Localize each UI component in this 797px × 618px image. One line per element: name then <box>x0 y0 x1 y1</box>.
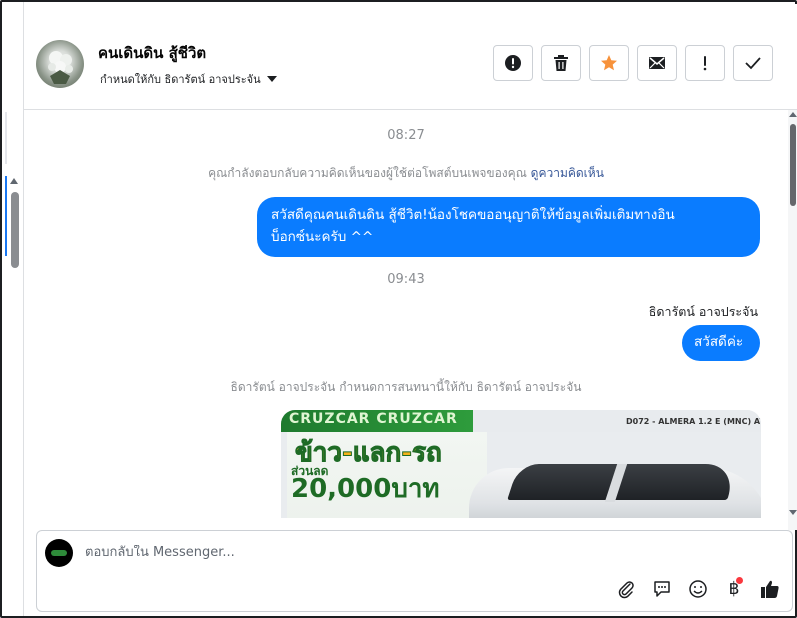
emoji-button[interactable] <box>686 577 710 601</box>
reply-composer: ฿ <box>36 530 793 612</box>
exclamation-circle-icon <box>505 55 521 71</box>
like-button[interactable] <box>758 577 782 601</box>
contact-avatar[interactable] <box>36 40 84 88</box>
assignee-dropdown[interactable]: กำหนดให้กับ ธิดารัตน์ อาจประจัน <box>100 70 277 88</box>
caret-down-icon <box>266 76 277 82</box>
message-text-line: บ็อกซ์นะครับ ^^ <box>271 229 374 245</box>
thumbs-up-icon <box>761 580 779 598</box>
active-indicator <box>5 176 7 256</box>
messenger-window: คนเดินดิน สู้ชีวิต กำหนดให้กับ ธิดารัตน์… <box>0 0 797 618</box>
page-avatar <box>45 539 73 567</box>
ad-model-code: D072 - ALMERA 1.2 E (MNC) AT <box>626 417 761 426</box>
reply-input[interactable] <box>85 545 585 560</box>
assignee-label: กำหนดให้กับ ธิดารัตน์ อาจประจัน <box>100 73 261 86</box>
ad-brand-text: CRUZCAR CRUZCAR <box>289 411 458 427</box>
timestamp: 08:27 <box>387 128 425 143</box>
trash-icon <box>554 55 568 71</box>
report-button[interactable] <box>493 45 533 81</box>
delete-button[interactable] <box>541 45 581 81</box>
rail-divider <box>5 112 7 164</box>
ad-discount-amount: 20,000บาท <box>291 474 440 504</box>
smiley-icon <box>689 580 707 598</box>
payment-button[interactable]: ฿ <box>722 577 746 601</box>
saved-replies-button[interactable] <box>650 577 674 601</box>
left-rail <box>4 2 24 616</box>
reply-context-notice: คุณกำลังตอบกลับความคิดเห็นของผู้ใช้ต่อโพ… <box>24 164 788 183</box>
message-scrollbar[interactable] <box>788 110 797 530</box>
scroll-up-arrow-icon[interactable] <box>789 112 797 117</box>
contact-name[interactable]: คนเดินดิน สู้ชีวิต <box>98 41 206 65</box>
checkmark-icon <box>745 57 761 70</box>
page-logo-icon <box>51 550 67 556</box>
view-comment-link[interactable]: ดูความคิดเห็น <box>531 166 604 180</box>
envelope-icon <box>649 57 665 69</box>
reply-context-text: คุณกำลังตอบกลับความคิดเห็นของผู้ใช้ต่อโพ… <box>208 166 527 180</box>
scrollbar-thumb[interactable] <box>790 124 796 206</box>
left-scrollbar-thumb[interactable] <box>11 192 19 268</box>
done-button[interactable] <box>733 45 773 81</box>
paperclip-icon <box>618 581 634 599</box>
message-text-line: สวัสดีคุณคนเดินดิน สู้ชีวิต!น้องโชคขออนุ… <box>271 207 675 223</box>
notification-dot <box>736 577 743 584</box>
timestamp: 09:43 <box>387 272 425 287</box>
sender-name: ธิดารัตน์ อาจประจัน <box>648 304 758 319</box>
scroll-up-arrow-icon[interactable] <box>10 178 18 184</box>
exclamation-icon <box>703 56 707 71</box>
assignment-notice: ธิดารัตน์ อาจประจัน กำหนดการสนทนานี้ให้ก… <box>230 380 582 394</box>
mark-unread-button[interactable] <box>637 45 677 81</box>
image-attachment[interactable]: CRUZCAR CRUZCAR D072 - ALMERA 1.2 E (MNC… <box>281 410 761 518</box>
outgoing-message-bubble[interactable]: สวัสดีค่ะ <box>682 325 760 361</box>
attach-button[interactable] <box>614 577 638 601</box>
star-button[interactable] <box>589 45 629 81</box>
scroll-down-arrow-icon[interactable] <box>789 510 797 515</box>
chat-bubble-icon <box>654 581 670 597</box>
outgoing-message-bubble[interactable]: สวัสดีคุณคนเดินดิน สู้ชีวิต!น้องโชคขออนุ… <box>257 197 760 257</box>
flower-bouquet-icon <box>48 51 73 84</box>
message-list[interactable]: 08:27 คุณกำลังตอบกลับความคิดเห็นของผู้ใช… <box>24 111 788 518</box>
conversation-header: คนเดินดิน สู้ชีวิต กำหนดให้กับ ธิดารัตน์… <box>24 4 797 110</box>
star-icon <box>601 55 617 71</box>
follow-up-button[interactable] <box>685 45 725 81</box>
message-text: สวัสดีค่ะ <box>694 334 744 350</box>
